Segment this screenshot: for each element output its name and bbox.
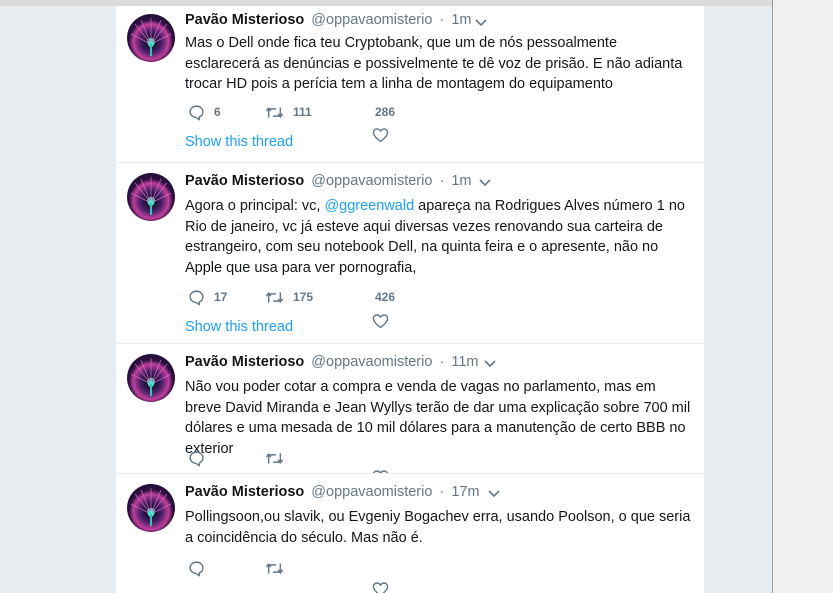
tweet-actions: 17 175 xyxy=(185,287,485,307)
reply-icon xyxy=(189,104,204,120)
tweet-actions xyxy=(185,448,485,468)
show-thread-link[interactable]: Show this thread xyxy=(185,319,293,335)
retweet-button[interactable]: 175 xyxy=(265,287,313,307)
retweet-button[interactable] xyxy=(265,448,284,468)
tweet-text: Agora o principal: vc, @ggreenwald apare… xyxy=(185,196,695,278)
separator: · xyxy=(439,12,445,28)
retweet-button[interactable] xyxy=(265,558,284,578)
peacock-avatar xyxy=(130,488,172,526)
author-handle[interactable]: @oppavaomisterio xyxy=(311,484,432,500)
retweet-icon xyxy=(265,291,284,303)
right-margin xyxy=(704,6,772,593)
tweet-header: Pavão Misterioso @oppavaomisterio · 11m xyxy=(185,354,478,372)
mention-link[interactable]: @ggreenwald xyxy=(324,198,414,214)
chevron-down-icon[interactable] xyxy=(483,357,497,371)
retweet-button[interactable]: 111 xyxy=(265,102,312,122)
reply-icon xyxy=(189,450,204,466)
like-count: 426 xyxy=(375,290,396,304)
retweet-icon xyxy=(265,452,284,464)
retweet-count: 111 xyxy=(293,105,312,119)
tweet[interactable]: Pavão Misterioso @oppavaomisterio · 11m … xyxy=(116,344,704,474)
side-panel xyxy=(773,0,833,593)
peacock-avatar xyxy=(130,177,172,215)
reply-button[interactable] xyxy=(188,448,205,468)
chevron-down-icon[interactable] xyxy=(478,176,492,190)
like-count: 286 xyxy=(375,105,396,119)
timestamp[interactable]: 1m xyxy=(451,173,471,189)
peacock-avatar xyxy=(130,358,172,396)
retweet-icon xyxy=(265,106,284,118)
reply-button[interactable] xyxy=(188,558,205,578)
timestamp[interactable]: 11m xyxy=(451,354,478,370)
tweet[interactable]: Pavão Misterioso @oppavaomisterio · 17m … xyxy=(116,474,704,593)
heart-icon[interactable] xyxy=(372,127,389,143)
tweet-text: Mas o Dell onde fica teu Cryptobank, que… xyxy=(185,35,683,92)
reply-count: 6 xyxy=(214,105,221,119)
heart-icon[interactable] xyxy=(372,313,389,329)
separator: · xyxy=(439,484,445,500)
chevron-down-icon[interactable] xyxy=(487,487,501,501)
reply-count: 17 xyxy=(214,290,228,304)
author-handle[interactable]: @oppavaomisterio xyxy=(311,12,432,28)
tweet-actions: 6 111 xyxy=(185,102,485,122)
reply-icon xyxy=(189,289,204,305)
reply-button[interactable]: 17 xyxy=(188,287,227,307)
reply-icon xyxy=(189,560,204,576)
tweet[interactable]: Pavão Misterioso @oppavaomisterio · 1m M… xyxy=(116,6,704,163)
tweet-text: Pollingsoon,ou slavik, ou Evgeniy Bogach… xyxy=(185,509,691,546)
author-name[interactable]: Pavão Misterioso xyxy=(185,354,304,370)
author-handle[interactable]: @oppavaomisterio xyxy=(311,173,432,189)
timestamp[interactable]: 1m xyxy=(451,12,471,28)
retweet-icon xyxy=(265,562,284,574)
left-margin xyxy=(0,6,116,593)
timeline: Pavão Misterioso @oppavaomisterio · 1m M… xyxy=(116,6,704,593)
show-thread-link[interactable]: Show this thread xyxy=(185,134,293,150)
tweet-header: Pavão Misterioso @oppavaomisterio · 1m xyxy=(185,173,471,191)
tweet-text: Não vou poder cotar a compra e venda de … xyxy=(185,379,691,457)
reply-button[interactable]: 6 xyxy=(188,102,221,122)
avatar[interactable] xyxy=(127,173,175,221)
tweet-text-start: Agora o principal: vc, xyxy=(185,198,325,214)
author-name[interactable]: Pavão Misterioso xyxy=(185,484,304,500)
separator: · xyxy=(439,354,445,370)
separator: · xyxy=(439,173,445,189)
author-name[interactable]: Pavão Misterioso xyxy=(185,173,304,189)
tweet-header: Pavão Misterioso @oppavaomisterio · 17m xyxy=(185,484,480,502)
author-handle[interactable]: @oppavaomisterio xyxy=(311,354,432,370)
tweet-header: Pavão Misterioso @oppavaomisterio · 1m xyxy=(185,12,471,30)
tweet-actions xyxy=(185,558,485,578)
chevron-down-icon[interactable] xyxy=(474,16,488,30)
timestamp[interactable]: 17m xyxy=(451,484,479,500)
avatar[interactable] xyxy=(127,14,175,62)
avatar[interactable] xyxy=(127,354,175,402)
author-name[interactable]: Pavão Misterioso xyxy=(185,12,304,28)
tweet[interactable]: Pavão Misterioso @oppavaomisterio · 1m A… xyxy=(116,163,704,344)
heart-icon[interactable] xyxy=(372,581,389,593)
retweet-count: 175 xyxy=(293,290,314,304)
peacock-avatar xyxy=(130,18,172,56)
avatar[interactable] xyxy=(127,484,175,532)
